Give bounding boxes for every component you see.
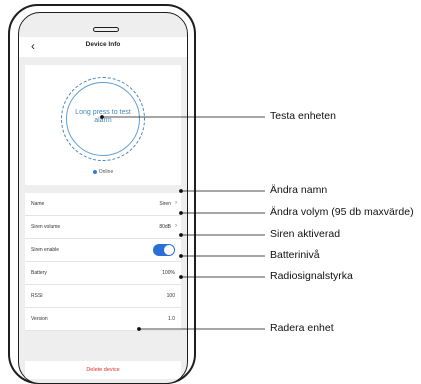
annotation-rssi: Radiosignalstyrka bbox=[270, 270, 353, 282]
callout-dot bbox=[137, 327, 141, 331]
callout-dot bbox=[179, 189, 183, 193]
annotation-siren: Siren aktiverad bbox=[270, 228, 341, 240]
annotation-volume: Ändra volym (95 db maxvärde) bbox=[270, 206, 414, 218]
callout-dot bbox=[179, 254, 183, 258]
callout-dot bbox=[179, 275, 183, 279]
callout-dot bbox=[100, 115, 104, 119]
annotation-battery: Batterinivå bbox=[270, 249, 320, 261]
callout-dot bbox=[179, 233, 183, 237]
annotation-name: Ändra namn bbox=[270, 184, 328, 196]
callout-dot bbox=[179, 211, 183, 215]
annotation-test: Testa enheten bbox=[270, 110, 336, 122]
callout-lines bbox=[100, 115, 265, 331]
annotation-delete: Radera enhet bbox=[270, 322, 334, 334]
